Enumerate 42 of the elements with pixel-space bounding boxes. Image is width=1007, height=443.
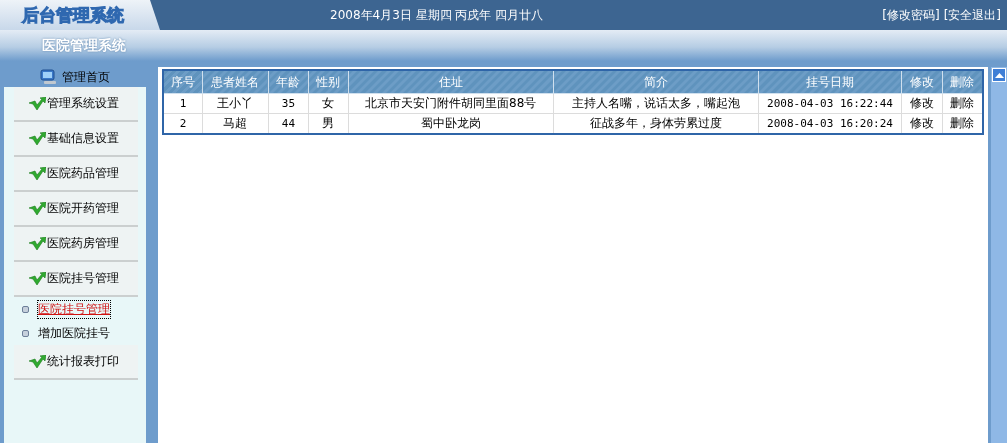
bullet-icon xyxy=(22,305,29,313)
computer-icon xyxy=(40,69,59,85)
column-header: 序号 xyxy=(163,70,203,94)
column-header: 挂号日期 xyxy=(758,70,902,94)
table-cell: 王小丫 xyxy=(202,93,269,114)
bullet-icon xyxy=(22,329,29,337)
table-cell: 北京市天安门附件胡同里面88号 xyxy=(348,93,554,114)
column-header: 年龄 xyxy=(268,70,309,94)
arrow-icon xyxy=(28,271,46,286)
column-header: 删除 xyxy=(942,70,983,94)
table-cell: 主持人名嘴，说话太多，嘴起泡 xyxy=(553,93,759,114)
arrow-icon xyxy=(28,201,46,216)
header-link[interactable]: [修改密码] xyxy=(882,6,940,24)
arrow-icon xyxy=(28,354,46,369)
menu-item[interactable]: 基础信息设置 xyxy=(14,122,139,157)
arrow-icon xyxy=(28,96,46,111)
arrow-icon xyxy=(28,236,46,251)
column-header: 住址 xyxy=(348,70,554,94)
column-header: 性别 xyxy=(308,70,349,94)
menu-item[interactable]: 医院药房管理 xyxy=(14,227,139,262)
table-cell: 1 xyxy=(163,93,203,114)
arrow-icon xyxy=(28,131,46,146)
menu-item[interactable]: 医院药品管理 xyxy=(14,157,139,192)
header-link[interactable]: [安全退出] xyxy=(943,6,1001,24)
submenu-link[interactable]: 医院挂号管理 xyxy=(38,300,110,318)
submenu-link[interactable]: 增加医院挂号 xyxy=(38,324,110,342)
column-header: 患者姓名 xyxy=(202,70,269,94)
up-triangle-icon xyxy=(994,72,1004,78)
column-header: 修改 xyxy=(901,70,943,94)
menu-item[interactable]: 统计报表打印 xyxy=(14,345,139,380)
table-cell: 35 xyxy=(268,93,309,114)
arrow-icon xyxy=(28,166,46,181)
column-header: 简介 xyxy=(553,70,759,94)
table-cell: 2008-04-03 16:22:44 xyxy=(758,93,902,114)
menu-item[interactable]: 管理系统设置 xyxy=(14,87,139,122)
action-link[interactable]: 修改 xyxy=(901,93,943,114)
table-cell: 女 xyxy=(308,93,349,114)
scroll-up-button[interactable] xyxy=(992,68,1006,82)
menu-item[interactable]: 医院挂号管理 xyxy=(14,262,139,297)
menu-item[interactable]: 医院开药管理 xyxy=(14,192,139,227)
system-title: 医院管理系统 xyxy=(42,36,126,55)
date-text: 2008年4月3日 星期四 丙戌年 四月廿八 xyxy=(330,6,544,24)
